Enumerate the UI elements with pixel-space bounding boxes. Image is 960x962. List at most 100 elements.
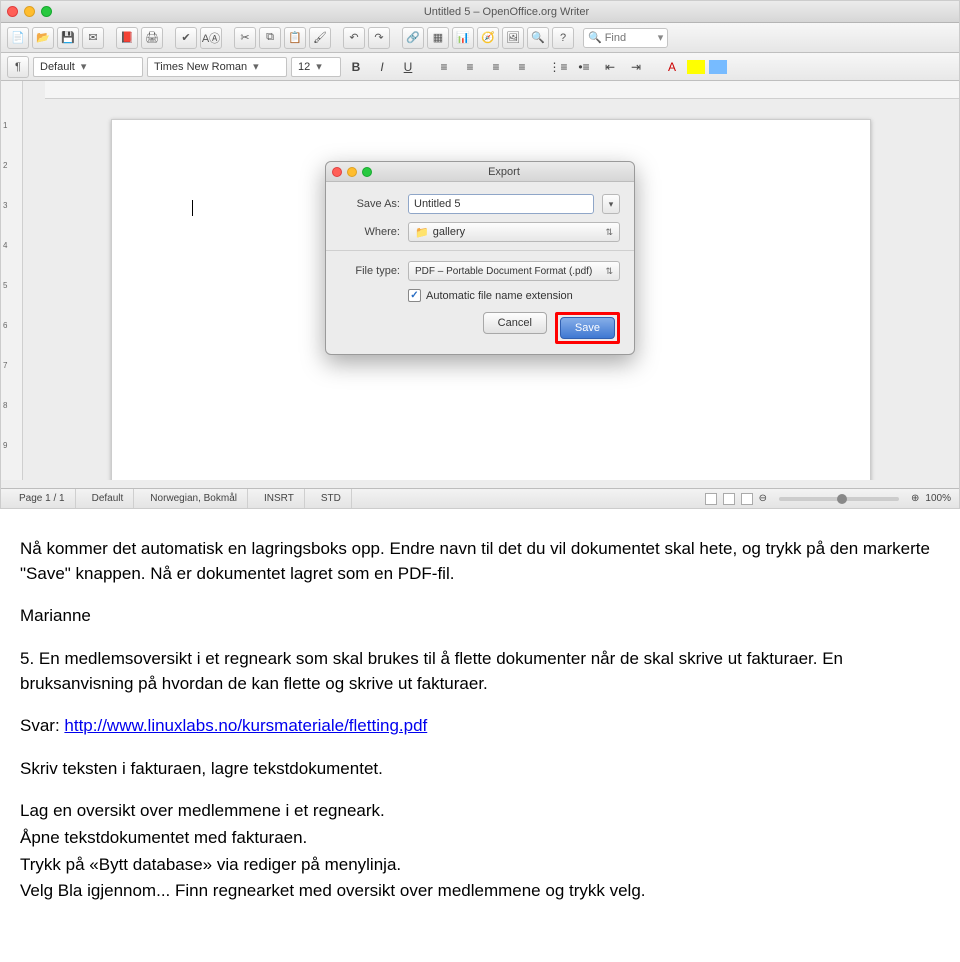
numbered-list-button[interactable]: ⋮≡ (547, 56, 569, 78)
chart-button[interactable]: 📊 (452, 27, 474, 49)
format-paintbrush-button[interactable]: 🖌 (309, 27, 331, 49)
article-text: Nå kommer det automatisk en lagringsboks… (0, 509, 960, 962)
find-input[interactable] (605, 32, 655, 44)
background-color-button[interactable] (709, 60, 727, 74)
dialog-save-button[interactable]: Save (560, 317, 615, 339)
decrease-indent-button[interactable]: ⇤ (599, 56, 621, 78)
expand-save-panel-button[interactable]: ▾ (602, 194, 620, 214)
article-line2: Lag en oversikt over medlemmene i et reg… (20, 799, 940, 824)
article-line5: Velg Bla igjennom... Finn regnearket med… (20, 879, 940, 904)
minimize-window-button[interactable] (24, 6, 35, 17)
copy-button[interactable]: ⧉ (259, 27, 281, 49)
underline-button[interactable]: U (397, 56, 419, 78)
font-value: Times New Roman (154, 61, 247, 73)
insert-mode-status[interactable]: INSRT (254, 489, 305, 508)
dialog-title: Export (380, 166, 628, 178)
dialog-minimize-button[interactable] (347, 167, 357, 177)
paragraph-style-combo[interactable]: Default▾ (33, 57, 143, 77)
view-single-page-icon[interactable] (705, 493, 717, 505)
paste-button[interactable]: 📋 (284, 27, 306, 49)
new-doc-button[interactable]: 📄 (7, 27, 29, 49)
language-status[interactable]: Norwegian, Bokmål (140, 489, 248, 508)
selection-mode-status[interactable]: STD (311, 489, 352, 508)
hyperlink-button[interactable]: 🔗 (402, 27, 424, 49)
align-justify-button[interactable]: ≡ (511, 56, 533, 78)
article-p1: Nå kommer det automatisk en lagringsboks… (20, 537, 940, 586)
view-book-icon[interactable] (741, 493, 753, 505)
zoom-value[interactable]: 100% (925, 493, 951, 504)
export-dialog: Export Save As: Untitled 5 ▾ Where: 📁gal… (325, 161, 635, 355)
align-left-button[interactable]: ≡ (433, 56, 455, 78)
zoom-in-icon[interactable]: ⊕ (911, 493, 919, 504)
file-type-select[interactable]: PDF – Portable Document Format (.pdf) ⇅ (408, 261, 620, 281)
print-button[interactable]: 🖨 (141, 27, 163, 49)
save-as-label: Save As: (340, 198, 400, 210)
document-area: 1 2 3 4 5 6 7 8 9 Export (1, 81, 959, 480)
view-multi-page-icon[interactable] (723, 493, 735, 505)
open-button[interactable]: 📂 (32, 27, 54, 49)
zoom-window-button[interactable] (41, 6, 52, 17)
font-size-combo[interactable]: 12▾ (291, 57, 341, 77)
cancel-button[interactable]: Cancel (483, 312, 547, 334)
undo-button[interactable]: ↶ (343, 27, 365, 49)
styles-button[interactable]: ¶ (7, 56, 29, 78)
table-button[interactable]: ▦ (427, 27, 449, 49)
dialog-zoom-button[interactable] (362, 167, 372, 177)
paragraph-style-value: Default (40, 61, 75, 73)
page-status: Page 1 / 1 (9, 489, 76, 508)
status-bar: Page 1 / 1 Default Norwegian, Bokmål INS… (1, 488, 959, 508)
page-style-status[interactable]: Default (82, 489, 135, 508)
article-question: 5. En medlemsoversikt i et regneark som … (20, 647, 940, 696)
redo-button[interactable]: ↷ (368, 27, 390, 49)
spellcheck-button[interactable]: ✔ (175, 27, 197, 49)
find-dropdown-icon[interactable]: ▾ (658, 31, 664, 44)
align-center-button[interactable]: ≡ (459, 56, 481, 78)
increase-indent-button[interactable]: ⇥ (625, 56, 647, 78)
chevron-updown-icon: ⇅ (605, 266, 613, 277)
save-as-input[interactable]: Untitled 5 (408, 194, 594, 214)
dialog-title-bar: Export (326, 162, 634, 182)
question-text: En medlemsoversikt i et regneark som ska… (20, 649, 843, 693)
text-cursor (192, 200, 193, 216)
file-type-label: File type: (340, 265, 400, 277)
gallery-button[interactable]: 🖼 (502, 27, 524, 49)
dialog-close-button[interactable] (332, 167, 342, 177)
folder-icon: 📁 (415, 226, 429, 239)
help-button[interactable]: ? (552, 27, 574, 49)
save-button[interactable]: 💾 (57, 27, 79, 49)
italic-button[interactable]: I (371, 56, 393, 78)
email-button[interactable]: ✉ (82, 27, 104, 49)
formatting-toolbar: ¶ Default▾ Times New Roman▾ 12▾ B I U ≡ … (1, 53, 959, 81)
zoom-button[interactable]: 🔍 (527, 27, 549, 49)
article-signature: Marianne (20, 604, 940, 629)
zoom-slider[interactable] (779, 497, 899, 501)
chevron-updown-icon: ⇅ (605, 227, 613, 238)
close-window-button[interactable] (7, 6, 18, 17)
bold-button[interactable]: B (345, 56, 367, 78)
font-color-button[interactable]: A (661, 56, 683, 78)
vertical-ruler: 1 2 3 4 5 6 7 8 9 (1, 81, 23, 480)
navigator-button[interactable]: 🧭 (477, 27, 499, 49)
export-pdf-button[interactable]: 📕 (116, 27, 138, 49)
highlight-button[interactable] (687, 60, 705, 74)
article-line1: Skriv teksten i fakturaen, lagre tekstdo… (20, 757, 940, 782)
answer-link[interactable]: http://www.linuxlabs.no/kursmateriale/fl… (64, 716, 427, 735)
auto-spellcheck-button[interactable]: AⒶ (200, 27, 222, 49)
article-line3: Åpne tekstdokumentet med fakturaen. (20, 826, 940, 851)
font-combo[interactable]: Times New Roman▾ (147, 57, 287, 77)
find-box[interactable]: 🔍 ▾ (583, 28, 668, 48)
app-window: Untitled 5 – OpenOffice.org Writer 📄 📂 💾… (0, 0, 960, 509)
zoom-out-icon[interactable]: ⊖ (759, 493, 767, 504)
article-answer: Svar: http://www.linuxlabs.no/kursmateri… (20, 714, 940, 739)
auto-extension-label: Automatic file name extension (426, 290, 573, 302)
where-select[interactable]: 📁gallery ⇅ (408, 222, 620, 242)
align-right-button[interactable]: ≡ (485, 56, 507, 78)
question-number: 5. (20, 649, 34, 668)
bullet-list-button[interactable]: •≡ (573, 56, 595, 78)
search-icon: 🔍 (588, 31, 602, 44)
auto-extension-checkbox[interactable]: ✓ (408, 289, 421, 302)
where-label: Where: (340, 226, 400, 238)
answer-label: Svar: (20, 716, 64, 735)
cut-button[interactable]: ✂ (234, 27, 256, 49)
main-toolbar: 📄 📂 💾 ✉ 📕 🖨 ✔ AⒶ ✂ ⧉ 📋 🖌 ↶ ↷ 🔗 ▦ 📊 🧭 🖼 🔍… (1, 23, 959, 53)
